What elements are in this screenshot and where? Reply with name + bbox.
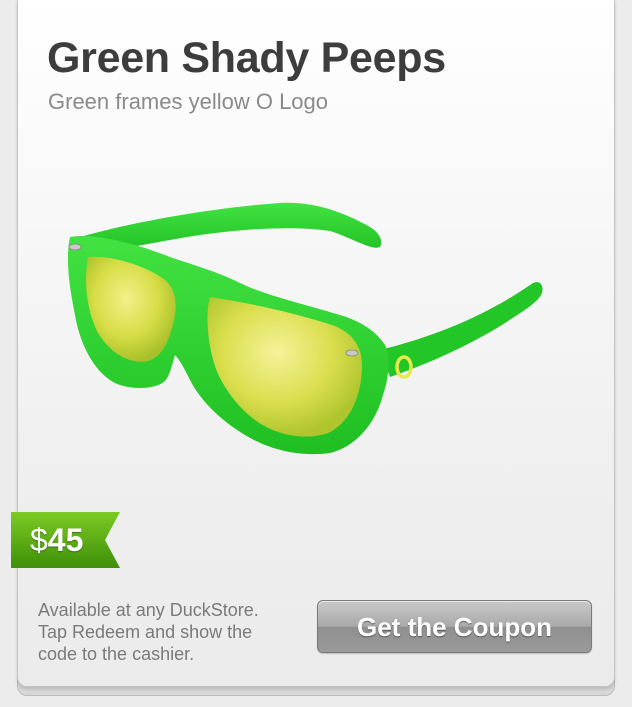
deal-screen: Green Shady Peeps Green frames yellow O … [0, 0, 632, 707]
availability-note: Available at any DuckStore. Tap Redeem a… [38, 599, 308, 665]
availability-line: Available at any DuckStore. [38, 600, 259, 620]
price-currency: $ [30, 522, 48, 558]
get-coupon-button[interactable]: Get the Coupon [317, 600, 592, 653]
price-label: $45 [30, 522, 83, 559]
availability-line: code to the cashier. [38, 644, 195, 664]
product-title: Green Shady Peeps [47, 34, 446, 82]
availability-line: Tap Redeem and show the [38, 622, 253, 642]
price-amount: 45 [47, 522, 84, 558]
product-subtitle: Green frames yellow O Logo [48, 89, 329, 114]
sunglasses-image [67, 202, 543, 455]
